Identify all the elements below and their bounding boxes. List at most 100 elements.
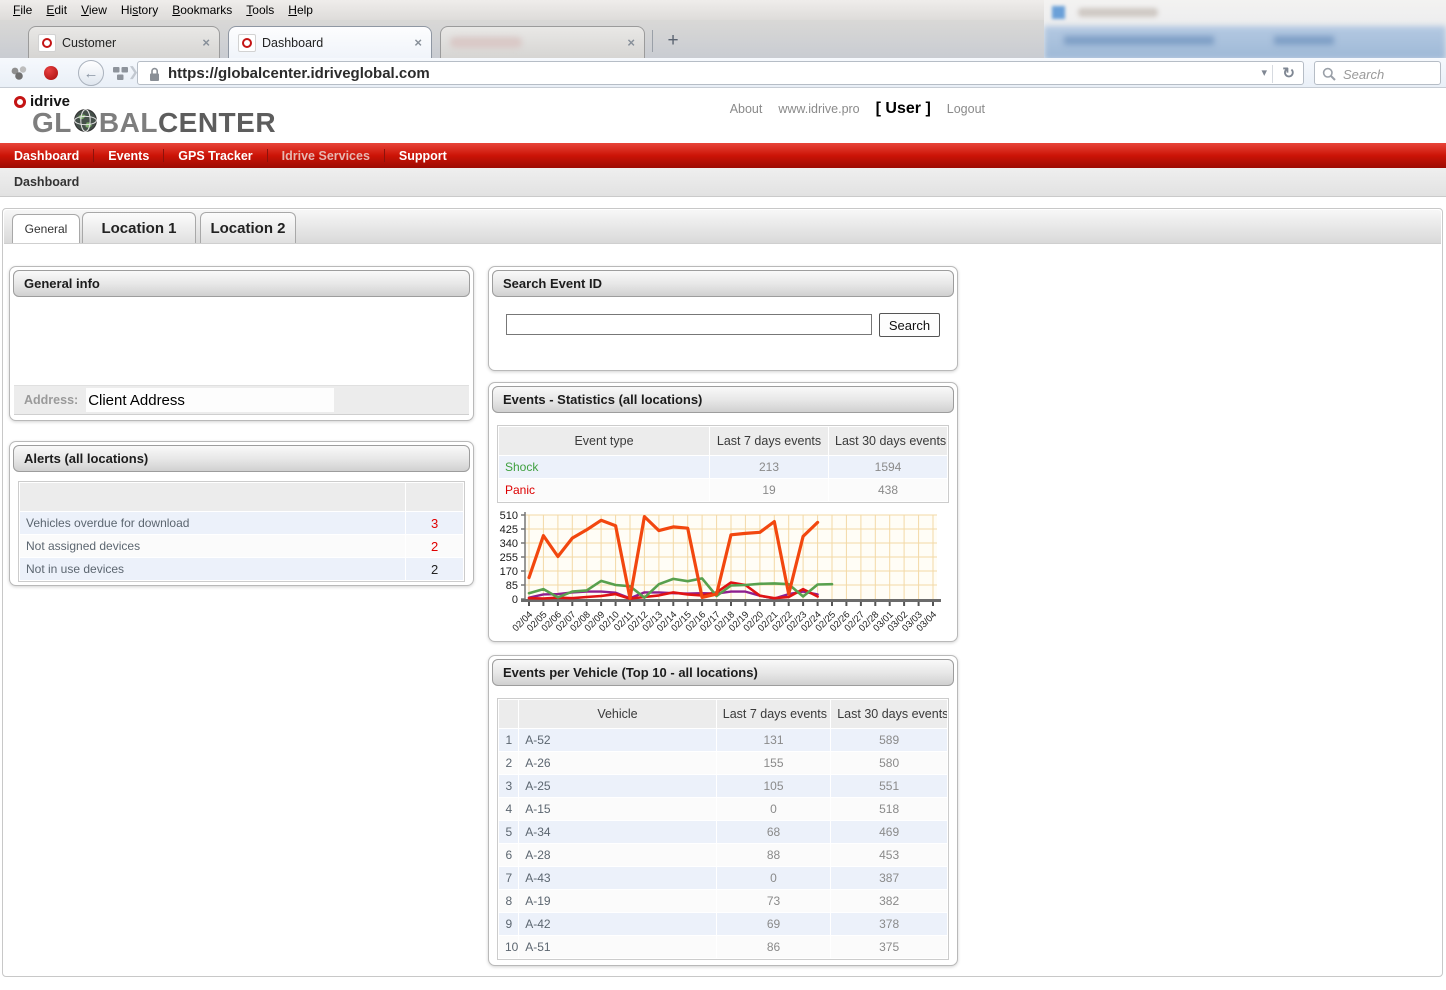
urlbar-dropdown-icon[interactable]: ▾ (1261, 66, 1267, 79)
site-header: idrive GL BAL CENTER About www.idrive.pr… (0, 88, 1446, 143)
browser-search-input[interactable] (1341, 64, 1437, 84)
address-label: Address: (24, 393, 78, 407)
breadcrumb-label: Dashboard (14, 175, 79, 189)
close-icon[interactable]: × (194, 35, 210, 50)
vehicle-name: A-25 (519, 775, 717, 798)
tab-general[interactable]: General (12, 214, 80, 243)
value: 73 (716, 890, 830, 913)
tab-title: Customer (62, 36, 116, 50)
menu-history[interactable]: History (114, 1, 165, 19)
menu-help[interactable]: Help (281, 1, 320, 19)
logo-bal: BAL (99, 109, 158, 137)
reload-icon[interactable]: ↻ (1282, 64, 1295, 82)
svg-text:85: 85 (506, 580, 518, 592)
idrive-pro-link[interactable]: www.idrive.pro (778, 102, 859, 116)
panel-title: Search Event ID (492, 270, 954, 297)
value: 155 (716, 752, 830, 775)
main-nav: Dashboard Events GPS Tracker Idrive Serv… (0, 143, 1446, 168)
tab-customer[interactable]: Customer × (28, 26, 220, 58)
nav-dashboard[interactable]: Dashboard (0, 149, 93, 163)
tab-dashboard[interactable]: Dashboard × (228, 26, 432, 58)
menu-edit[interactable]: Edit (39, 1, 74, 19)
user-label[interactable]: [ User ] (876, 100, 931, 118)
vehicle-name: A-52 (519, 729, 717, 752)
tab-blurred[interactable]: × (440, 26, 645, 58)
col-event-type: Event type (499, 427, 710, 456)
value: 88 (716, 844, 830, 867)
url-bar[interactable]: https://globalcenter.idriveglobal.com ▾ … (137, 61, 1304, 85)
address-value: Client Address (86, 388, 334, 412)
event-type-shock: Shock (499, 456, 710, 479)
background-window (1044, 0, 1446, 58)
page-tabbar: General Location 1 Location 2 (4, 210, 1441, 244)
value: 551 (831, 775, 948, 798)
about-link[interactable]: About (730, 102, 763, 116)
table-row: 10A-5186375 (499, 936, 948, 959)
vehicle-name: A-34 (519, 821, 717, 844)
col-vehicle: Vehicle (519, 700, 717, 729)
menu-view[interactable]: View (74, 1, 114, 19)
value: 213 (710, 456, 829, 479)
close-icon[interactable]: × (619, 35, 635, 50)
value: 469 (831, 821, 948, 844)
events-line-chart: 08517025534042551002/0402/0502/0602/0702… (491, 509, 943, 639)
breadcrumb: Dashboard (0, 168, 1446, 197)
nav-support[interactable]: Support (385, 149, 461, 163)
idrive-logo: idrive GL BAL CENTER (14, 93, 276, 138)
back-button[interactable]: ← (78, 60, 104, 86)
vehicle-name: A-42 (519, 913, 717, 936)
general-info-panel: General info Address: Client Address (9, 266, 474, 421)
tab-location-1[interactable]: Location 1 (82, 212, 196, 243)
alert-label: Vehicles overdue for download (20, 512, 406, 535)
url-text[interactable]: https://globalcenter.idriveglobal.com (168, 65, 430, 82)
table-row: 1A-52131589 (499, 729, 948, 752)
search-button[interactable]: Search (879, 313, 940, 337)
value: 0 (716, 867, 830, 890)
event-id-input[interactable] (506, 314, 872, 335)
table-row: 7A-430387 (499, 867, 948, 890)
tab-label: Location 2 (210, 220, 285, 237)
value: 375 (831, 936, 948, 959)
table-row: Not assigned devices 2 (20, 535, 464, 558)
value: 69 (716, 913, 830, 936)
browser-search-box[interactable] (1314, 61, 1441, 85)
close-icon[interactable]: × (406, 35, 422, 50)
row-number: 2 (499, 752, 519, 775)
idrive-favicon (38, 34, 56, 52)
table-row: 4A-150518 (499, 798, 948, 821)
table-row: 2A-26155580 (499, 752, 948, 775)
nav-gps-tracker[interactable]: GPS Tracker (164, 149, 266, 163)
events-per-vehicle-table: Vehicle Last 7 days events Last 30 days … (498, 699, 948, 959)
search-icon (1322, 67, 1337, 87)
nav-events[interactable]: Events (94, 149, 163, 163)
alert-value: 3 (406, 512, 464, 535)
redacted-tab-title (450, 37, 522, 48)
record-indicator-icon[interactable] (44, 66, 58, 80)
tab-location-2[interactable]: Location 2 (200, 212, 296, 243)
row-number: 10 (499, 936, 519, 959)
nav-idrive-services[interactable]: Idrive Services (268, 149, 384, 163)
value: 131 (716, 729, 830, 752)
svg-text:170: 170 (500, 566, 518, 578)
background-window-icon (1052, 6, 1065, 19)
logout-link[interactable]: Logout (947, 102, 985, 116)
svg-text:340: 340 (500, 538, 518, 550)
alert-label: Not in use devices (20, 558, 406, 581)
table-row: 9A-4269378 (499, 913, 948, 936)
table-row: 8A-1973382 (499, 890, 948, 913)
panel-title: Events per Vehicle (Top 10 - all locatio… (492, 659, 954, 686)
menu-bookmarks[interactable]: Bookmarks (165, 1, 239, 19)
row-number: 8 (499, 890, 519, 913)
site-identity-icon[interactable] (112, 66, 129, 86)
menu-tools[interactable]: Tools (239, 1, 281, 19)
idrive-favicon (238, 34, 256, 52)
new-tab-button[interactable]: + (658, 26, 688, 56)
menu-file[interactable]: File (6, 1, 39, 19)
vehicle-name: A-51 (519, 936, 717, 959)
addon-paw-icon[interactable] (8, 65, 32, 87)
event-type-panic: Panic (499, 479, 710, 502)
value: 19 (710, 479, 829, 502)
search-event-panel: Search Event ID Search (488, 266, 958, 371)
value: 387 (831, 867, 948, 890)
lock-icon[interactable] (148, 67, 161, 87)
